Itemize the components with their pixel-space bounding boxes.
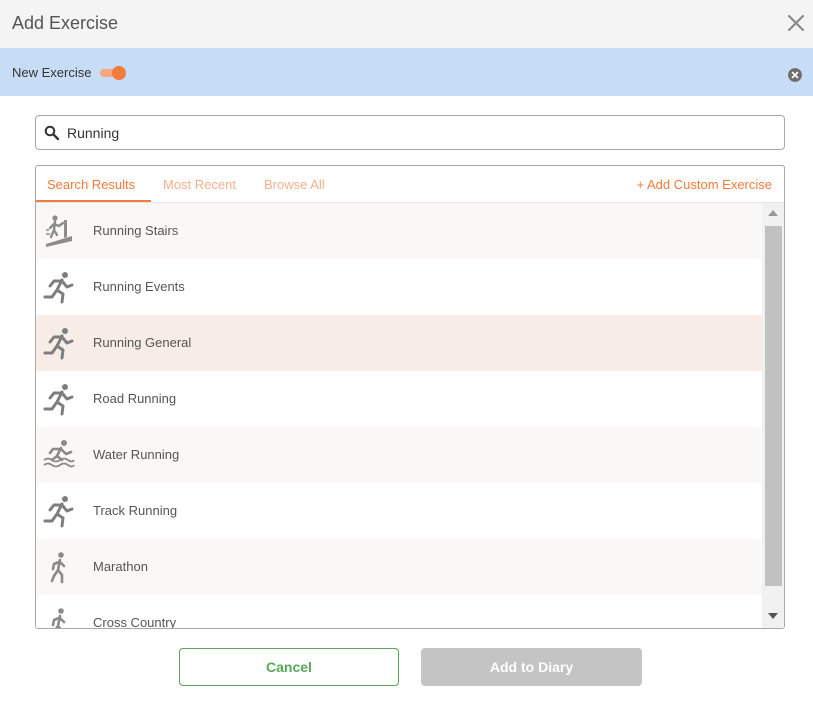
exercise-name: Water Running (93, 447, 180, 462)
water-runner-icon (43, 440, 75, 468)
scrollbar-thumb[interactable] (765, 226, 782, 586)
search-icon (44, 125, 60, 141)
exercise-name: Cross Country (93, 615, 177, 628)
list-item[interactable]: Running Events (36, 259, 762, 315)
close-icon[interactable] (787, 12, 805, 34)
add-to-diary-button[interactable]: Add to Diary (421, 648, 642, 686)
add-custom-exercise-link[interactable]: + Add Custom Exercise (637, 177, 772, 192)
tab-bar: Search Results Most Recent Browse All + … (36, 166, 784, 203)
toggle-knob (112, 66, 126, 80)
cancel-button[interactable]: Cancel (179, 648, 399, 686)
runner-icon (43, 384, 74, 416)
runner-icon (43, 328, 74, 360)
exercise-name: Running Stairs (93, 223, 179, 238)
exercise-results-list: Running Stairs Running Events Running Ge… (36, 203, 762, 628)
runner-icon (43, 496, 74, 528)
new-exercise-toggle[interactable] (100, 66, 128, 80)
tab-browse-all[interactable]: Browse All (264, 177, 325, 192)
results-scrollbar[interactable] (762, 203, 784, 628)
list-item[interactable]: Cross Country (36, 595, 762, 628)
exercise-name: Track Running (93, 503, 178, 518)
scroll-up-arrow-icon[interactable] (768, 210, 778, 216)
dialog-title: Add Exercise (12, 13, 119, 33)
marathon-runner-icon (50, 552, 66, 584)
active-tab-indicator (36, 200, 151, 202)
stair-climber-icon (46, 215, 72, 247)
list-item[interactable]: Track Running (36, 483, 762, 539)
results-panel: Search Results Most Recent Browse All + … (35, 165, 785, 629)
scroll-down-arrow-icon[interactable] (768, 613, 778, 619)
list-item[interactable]: Road Running (36, 371, 762, 427)
marathon-runner-icon (51, 608, 66, 628)
list-item[interactable]: Water Running (36, 427, 762, 483)
list-item[interactable]: Running General (36, 315, 762, 371)
dialog-header: Add Exercise (0, 0, 813, 48)
banner-close-icon[interactable] (788, 68, 802, 82)
exercise-name: Running Events (93, 279, 185, 294)
exercise-name: Marathon (93, 559, 148, 574)
tab-search-results[interactable]: Search Results (47, 177, 135, 192)
exercise-name: Running General (93, 335, 192, 350)
new-exercise-label: New Exercise (12, 65, 92, 80)
list-item[interactable]: Running Stairs (36, 203, 762, 259)
search-input[interactable] (67, 124, 767, 142)
tab-most-recent[interactable]: Most Recent (163, 177, 236, 192)
search-box (35, 115, 785, 150)
runner-icon (43, 272, 74, 304)
list-item[interactable]: Marathon (36, 539, 762, 595)
exercise-name: Road Running (93, 391, 177, 406)
